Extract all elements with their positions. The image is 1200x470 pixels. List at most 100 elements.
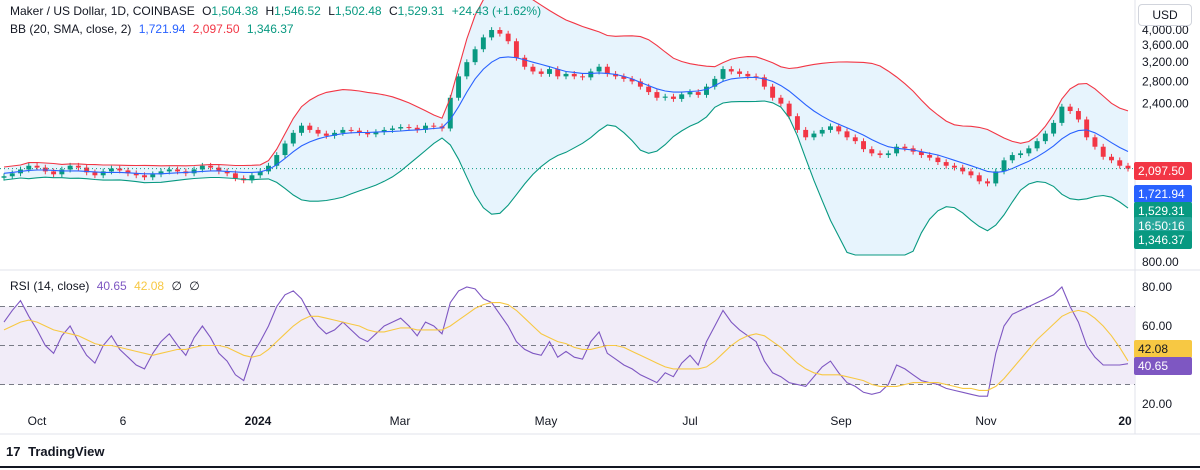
candle-body bbox=[340, 129, 346, 133]
change-value: +24.43 (+1.62%) bbox=[451, 4, 542, 18]
high-value: 1,546.52 bbox=[274, 4, 321, 18]
candle-body bbox=[662, 96, 668, 98]
chart-canvas[interactable]: 4,000.003,600.003,200.002,800.002,400.00… bbox=[0, 0, 1200, 470]
candle-body bbox=[935, 157, 941, 163]
candle-body bbox=[778, 97, 784, 104]
candle-body bbox=[927, 155, 933, 158]
candle-body bbox=[208, 165, 214, 168]
candle-body bbox=[497, 30, 503, 34]
bollinger-legend: BB (20, SMA, close, 2) 1,721.94 2,097.50… bbox=[10, 22, 298, 36]
candle-body bbox=[307, 125, 313, 130]
hidden-value-icon[interactable]: ∅ bbox=[171, 279, 181, 293]
time-tick-label: 6 bbox=[120, 414, 127, 428]
rsi-label: RSI (14, close) bbox=[10, 279, 90, 293]
time-tick-label: 2024 bbox=[245, 414, 272, 428]
candle-body bbox=[513, 41, 519, 58]
candle-body bbox=[406, 127, 412, 129]
candle-body bbox=[175, 169, 181, 172]
open-label: O bbox=[202, 4, 212, 18]
candle-body bbox=[885, 153, 891, 156]
currency-button[interactable]: USD bbox=[1138, 4, 1192, 26]
candle-body bbox=[299, 125, 304, 133]
bollinger-label: BB (20, SMA, close, 2) bbox=[10, 22, 132, 36]
candle-body bbox=[398, 127, 404, 129]
time-tick-label: Mar bbox=[390, 414, 411, 428]
symbol-title: Maker / US Dollar, 1D, COINBASE bbox=[10, 4, 195, 18]
candle-body bbox=[563, 73, 569, 77]
candle-body bbox=[596, 66, 602, 72]
candle-body bbox=[282, 143, 288, 156]
candle-body bbox=[951, 165, 957, 168]
candle-body bbox=[1051, 122, 1057, 134]
candle-body bbox=[1117, 160, 1123, 166]
rsi-ma-tag: 42.08 bbox=[1134, 340, 1192, 358]
rsi-ma-value: 42.08 bbox=[134, 279, 165, 293]
candle-body bbox=[389, 128, 395, 130]
candle-body bbox=[59, 169, 65, 175]
candle-body bbox=[943, 162, 949, 166]
price-tick-label: 2,800.00 bbox=[1142, 74, 1189, 88]
candle-body bbox=[538, 71, 544, 74]
candle-body bbox=[1100, 146, 1106, 157]
basis-tag: 1,721.94 bbox=[1134, 185, 1192, 203]
candle-body bbox=[1092, 137, 1098, 147]
candle-body bbox=[1059, 106, 1065, 123]
candle-body bbox=[720, 69, 726, 79]
low-value: 1,502.48 bbox=[334, 4, 382, 18]
hidden-value-icon[interactable]: ∅ bbox=[189, 279, 199, 293]
candle-body bbox=[728, 69, 734, 72]
candle-body bbox=[1026, 148, 1032, 154]
candle-body bbox=[745, 73, 751, 77]
candle-body bbox=[472, 49, 478, 63]
bollinger-basis-value: 1,721.94 bbox=[138, 22, 186, 36]
candle-body bbox=[571, 73, 577, 77]
candle-body bbox=[75, 165, 81, 168]
rsi-legend: RSI (14, close) 40.65 42.08 ∅ ∅ bbox=[10, 279, 204, 293]
candle-body bbox=[836, 126, 842, 132]
candle-body bbox=[315, 129, 321, 134]
rsi-tick-label: 80.00 bbox=[1142, 280, 1172, 294]
candle-body bbox=[480, 37, 486, 50]
symbol-legend: Maker / US Dollar, 1D, COINBASE O1,504.3… bbox=[10, 4, 545, 18]
rsi-tag: 40.65 bbox=[1134, 357, 1192, 375]
time-tick-label: Jul bbox=[682, 414, 697, 428]
candle-body bbox=[1001, 160, 1007, 172]
candle-body bbox=[679, 94, 685, 99]
candle-body bbox=[530, 66, 536, 72]
candle-body bbox=[852, 137, 858, 142]
candle-body bbox=[348, 129, 354, 131]
candle-body bbox=[108, 168, 114, 172]
candle-body bbox=[786, 103, 792, 117]
candle-body bbox=[1109, 156, 1114, 161]
candle-body bbox=[232, 173, 238, 179]
time-tick-label: Oct bbox=[28, 414, 47, 428]
candle-body bbox=[588, 71, 594, 78]
candle-body bbox=[1042, 133, 1048, 142]
candle-body bbox=[704, 86, 709, 95]
bollinger-upper-value: 2,097.50 bbox=[192, 22, 240, 36]
candle-body bbox=[1, 176, 7, 178]
upper-band-tag: 2,097.50 bbox=[1134, 162, 1192, 180]
open-value: 1,504.38 bbox=[211, 4, 259, 18]
time-tick-label: Nov bbox=[975, 414, 996, 428]
candle-body bbox=[489, 30, 495, 38]
candle-body bbox=[456, 76, 462, 98]
candle-body bbox=[1075, 111, 1081, 120]
candle-body bbox=[976, 175, 982, 182]
candle-body bbox=[861, 141, 866, 150]
bollinger-lower-value: 1,346.37 bbox=[246, 22, 294, 36]
candle-body bbox=[1009, 155, 1015, 161]
candle-body bbox=[166, 169, 172, 172]
candle-body bbox=[1018, 153, 1024, 156]
price-tick-label: 3,600.00 bbox=[1142, 38, 1189, 52]
time-tick-label: Sep bbox=[830, 414, 852, 428]
price-tick-label: 800.00 bbox=[1142, 255, 1179, 269]
candle-body bbox=[869, 149, 875, 154]
candle-body bbox=[1067, 106, 1073, 112]
candle-body bbox=[811, 133, 817, 138]
candle-body bbox=[819, 129, 825, 134]
rsi-tick-label: 60.00 bbox=[1142, 319, 1172, 333]
candle-body bbox=[687, 92, 693, 95]
candle-body bbox=[993, 171, 999, 184]
candle-body bbox=[51, 171, 57, 175]
